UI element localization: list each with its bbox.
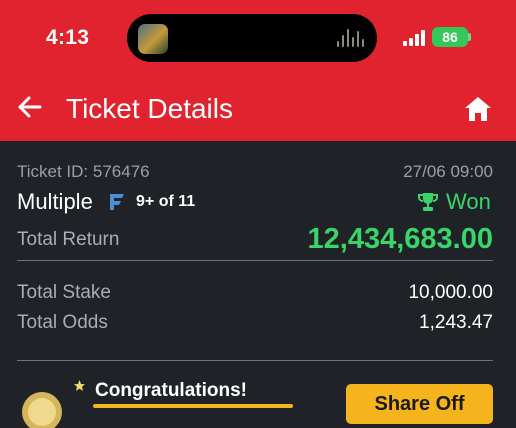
ticket-id-value: 576476 [92,162,150,181]
divider [17,260,493,261]
coin-icon [22,392,62,428]
dynamic-island[interactable] [127,14,377,62]
ticket-id: Ticket ID: 576476 [17,162,150,182]
share-button[interactable]: Share Off [346,384,493,424]
status-time: 4:13 [46,26,90,49]
status-badge: Won [446,189,491,214]
battery-cap [468,33,471,41]
battery-icon: 86 [432,27,468,47]
promo-title: Congratulations! [95,380,247,401]
flexi-icon [110,194,124,210]
total-stake-label: Total Stake [17,282,111,303]
back-arrow-icon[interactable] [16,93,44,121]
total-return-value: 12,434,683.00 [307,223,493,255]
total-odds-label: Total Odds [17,312,108,333]
home-icon[interactable] [462,93,494,125]
ticket-datetime: 27/06 09:00 [403,162,493,181]
app-header: 4:13 86 Ticket Details [0,0,516,141]
selection-info: 9+ of 11 [136,193,196,210]
audio-waveform-icon [337,27,367,49]
total-odds-value: 1,243.47 [419,312,493,333]
bet-type: Multiple [17,189,93,214]
total-return-label: Total Return [17,229,120,250]
promo-subtitle-fragment [93,404,293,408]
trophy-icon [418,193,438,211]
battery-level: 86 [442,29,458,45]
total-stake-value: 10,000.00 [408,282,493,303]
cellular-signal-icon [403,30,427,46]
ticket-id-label: Ticket ID: [17,162,89,181]
star-icon [74,380,85,391]
album-art-icon [138,24,168,54]
page-title: Ticket Details [66,93,234,124]
divider [17,360,493,361]
